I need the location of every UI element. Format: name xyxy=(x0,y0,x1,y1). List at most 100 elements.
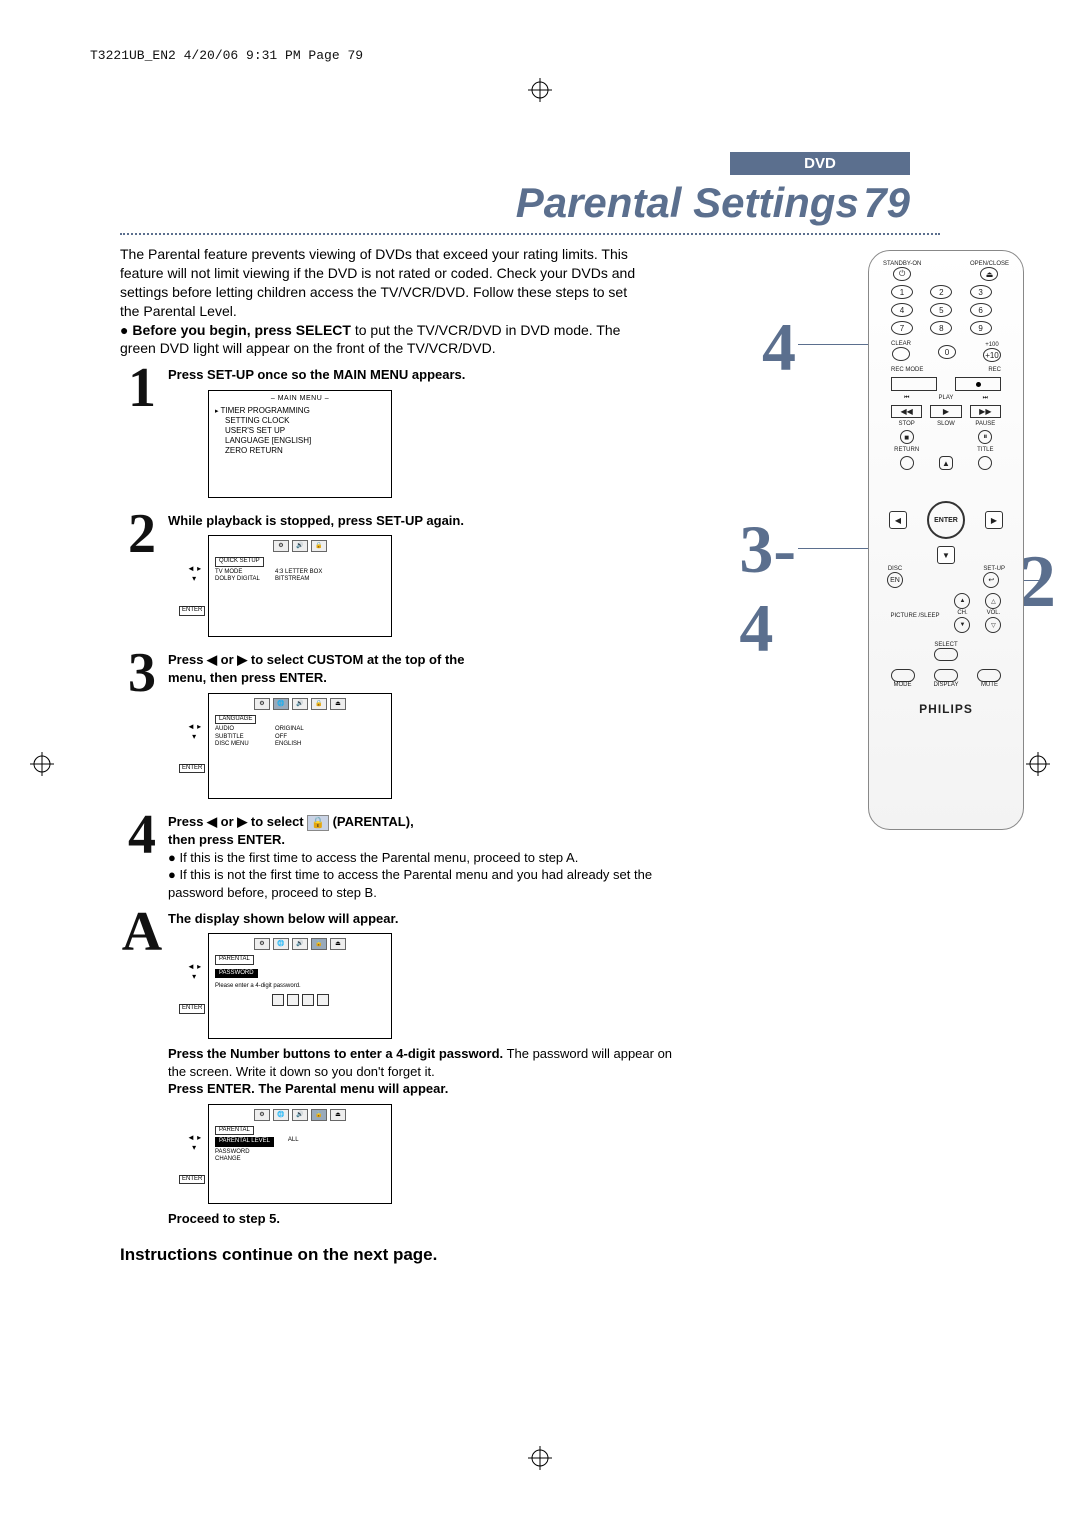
rec-button[interactable] xyxy=(955,377,1001,391)
return-button[interactable] xyxy=(900,456,914,470)
osd-main-menu: – MAIN MENU – TIMER PROGRAMMING SETTING … xyxy=(208,390,392,498)
setup-button[interactable]: ↩ xyxy=(983,572,999,588)
osd3-row-value: OFF xyxy=(275,734,287,742)
up-arrow-button[interactable]: ▲ xyxy=(939,456,953,470)
left-arrow-icon: ◀ xyxy=(207,652,217,667)
rc-pause-label: PAUSE xyxy=(970,421,1001,427)
osd3-row-label: DISC MENU xyxy=(215,741,275,749)
proceed-text: Proceed to step 5. xyxy=(168,1211,280,1226)
num-4-button[interactable]: 4 xyxy=(891,303,913,317)
osd-dpad-icon: ◄ ▸▾ENTER xyxy=(187,1133,201,1153)
registration-mark-bottom xyxy=(528,1446,552,1470)
callout-3-4: 3-4 xyxy=(739,510,796,668)
remote-illustration: STANDBY-ON⏻ OPEN/CLOSE⏏ 1 2 3 4 5 6 7 8 … xyxy=(868,250,1024,830)
osd2-tab: QUICK SETUP xyxy=(215,557,264,567)
step-number-4: 4 xyxy=(120,813,164,858)
rewind-button[interactable]: ◀◀ xyxy=(891,405,922,418)
stepA-after1-bold: Press the Number buttons to enter a 4-di… xyxy=(168,1046,503,1061)
rc-disc-label: DISC xyxy=(888,566,902,572)
fforward-button[interactable]: ▶▶ xyxy=(970,405,1001,418)
select-button[interactable] xyxy=(934,648,958,661)
osd3-row-label: SUBTITLE xyxy=(215,734,275,742)
title-button[interactable] xyxy=(978,456,992,470)
registration-mark-top xyxy=(528,78,552,102)
osd1-item: USER'S SET UP xyxy=(215,426,385,436)
osd1-item: SETTING CLOCK xyxy=(215,416,385,426)
disc-button[interactable]: EN xyxy=(887,572,903,588)
dpad-down-button[interactable]: ▼ xyxy=(937,546,955,564)
step4-bullet-1: If this is the first time to access the … xyxy=(168,849,688,867)
rc-play-label: PLAY xyxy=(930,395,961,402)
enter-button[interactable]: ENTER xyxy=(927,501,965,539)
stop-button[interactable]: ■ xyxy=(900,430,914,444)
plus10-button[interactable]: +10 xyxy=(983,348,1001,362)
step4-text-c: to select xyxy=(247,814,307,829)
osd-parental-password: ◄ ▸▾ENTER ⚙🌐🔊🔒⏏ PARENTAL PASSWORD Please… xyxy=(208,933,392,1039)
rc-ch-label: CH. xyxy=(957,610,967,616)
mute-button[interactable] xyxy=(977,669,1001,682)
dpad-right-button[interactable]: ▶ xyxy=(985,511,1003,529)
rc-return-label: RETURN xyxy=(891,447,922,453)
rc-title-label: TITLE xyxy=(970,447,1001,453)
step-2-text: While playback is stopped, press SET-UP … xyxy=(168,513,464,528)
osd1-item: LANGUAGE [ENGLISH] xyxy=(215,436,385,446)
recmode-button[interactable] xyxy=(891,377,937,391)
num-3-button[interactable]: 3 xyxy=(970,285,992,299)
dvd-section-badge: DVD xyxy=(730,152,910,175)
num-0-button[interactable]: 0 xyxy=(938,345,956,359)
osd-parental-menu: ◄ ▸▾ENTER ⚙🌐🔊🔒⏏ PARENTAL PARENTAL LEVELA… xyxy=(208,1104,392,1204)
osd-dpad-icon: ◄ ▸▾ENTER xyxy=(187,564,201,584)
right-arrow-icon: ▶ xyxy=(237,814,247,829)
rc-rec-label: REC xyxy=(988,367,1001,373)
page-title: Parental Settings xyxy=(516,179,859,226)
step4-text-a: Press xyxy=(168,814,207,829)
rc-setup-label: SET-UP xyxy=(983,566,1005,572)
step4-line2: then press ENTER. xyxy=(168,832,285,847)
rc-mute-label: MUTE xyxy=(981,682,998,688)
callout-leader xyxy=(798,344,868,345)
print-header: T3221UB_EN2 4/20/06 9:31 PM Page 79 xyxy=(90,48,363,63)
callout-leader xyxy=(798,548,868,549)
num-8-button[interactable]: 8 xyxy=(930,321,952,335)
stepA-heading: The display shown below will appear. xyxy=(168,911,398,926)
rc-slow-label: SLOW xyxy=(930,421,961,427)
num-7-button[interactable]: 7 xyxy=(891,321,913,335)
mode-button[interactable] xyxy=(891,669,915,682)
num-6-button[interactable]: 6 xyxy=(970,303,992,317)
step-number-3: 3 xyxy=(120,651,164,696)
clear-button[interactable] xyxy=(892,347,910,361)
step4-bullet-2: If this is not the first time to access … xyxy=(168,866,688,901)
num-9-button[interactable]: 9 xyxy=(970,321,992,335)
osd1-item: ZERO RETURN xyxy=(215,446,385,456)
osd2-row-label: TV MODE xyxy=(215,569,275,577)
osd-language: ◄ ▸▾ENTER ⚙🌐🔊🔒⏏ LANGUAGE AUDIOORIGINAL S… xyxy=(208,693,392,799)
step4-text-b: or xyxy=(217,814,237,829)
step3-text-b: or xyxy=(217,652,237,667)
num-5-button[interactable]: 5 xyxy=(930,303,952,317)
rc-mode-label: MODE xyxy=(894,682,912,688)
step3-text-a: Press xyxy=(168,652,207,667)
osd5-tab: PARENTAL xyxy=(215,1126,254,1136)
pause-button[interactable]: ⏸ xyxy=(978,430,992,444)
ch-up-button[interactable]: ▲ xyxy=(954,593,970,609)
open-close-button[interactable]: ⏏ xyxy=(980,267,998,281)
intro-bullet: Before you begin, press SELECT to put th… xyxy=(120,321,640,359)
rc-vol-label: VOL. xyxy=(987,610,1001,616)
num-2-button[interactable]: 2 xyxy=(930,285,952,299)
page-number: 79 xyxy=(863,179,910,226)
vol-up-button[interactable]: △ xyxy=(985,593,1001,609)
num-1-button[interactable]: 1 xyxy=(891,285,913,299)
osd3-tab: LANGUAGE xyxy=(215,715,256,725)
continue-text: Instructions continue on the next page. xyxy=(120,1245,940,1265)
osd5-row-value: ALL xyxy=(288,1137,299,1149)
osd-quick-setup: ◄ ▸▾ENTER ⚙🔊🔒 QUICK SETUP TV MODE4:3 LET… xyxy=(208,535,392,637)
standby-button[interactable]: ⏻ xyxy=(893,267,911,281)
divider-dotted xyxy=(120,233,940,235)
vol-down-button[interactable]: ▽ xyxy=(985,617,1001,633)
dpad-left-button[interactable]: ◀ xyxy=(889,511,907,529)
play-button[interactable]: ▶ xyxy=(930,405,961,418)
right-arrow-icon: ▶ xyxy=(237,652,247,667)
ch-down-button[interactable]: ▼ xyxy=(954,617,970,633)
rc-select-label: SELECT xyxy=(934,642,957,648)
display-button[interactable] xyxy=(934,669,958,682)
